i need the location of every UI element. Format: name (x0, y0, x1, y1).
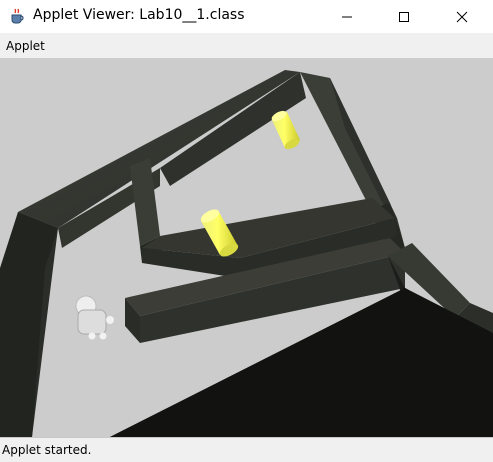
minimize-icon (342, 16, 352, 17)
maze-scene (0, 70, 493, 437)
minimize-button[interactable] (324, 0, 370, 33)
status-bar: Applet started. (0, 437, 493, 462)
menu-applet[interactable]: Applet (6, 39, 45, 53)
collectible-cylinder-1 (271, 110, 300, 150)
player-character (75, 295, 114, 340)
maximize-button[interactable] (381, 0, 427, 33)
applet-3d-canvas[interactable] (0, 58, 493, 437)
applet-viewer-window: Applet Viewer: Lab10__1.class Applet App… (0, 0, 493, 462)
close-button[interactable] (439, 0, 485, 33)
close-icon (456, 11, 468, 22)
menu-bar: Applet (0, 33, 493, 58)
window-title: Applet Viewer: Lab10__1.class (33, 7, 245, 23)
title-bar[interactable]: Applet Viewer: Lab10__1.class (0, 0, 493, 33)
maximize-icon (399, 11, 409, 22)
java-cup-icon (8, 7, 26, 25)
status-text: Applet started. (2, 443, 92, 457)
